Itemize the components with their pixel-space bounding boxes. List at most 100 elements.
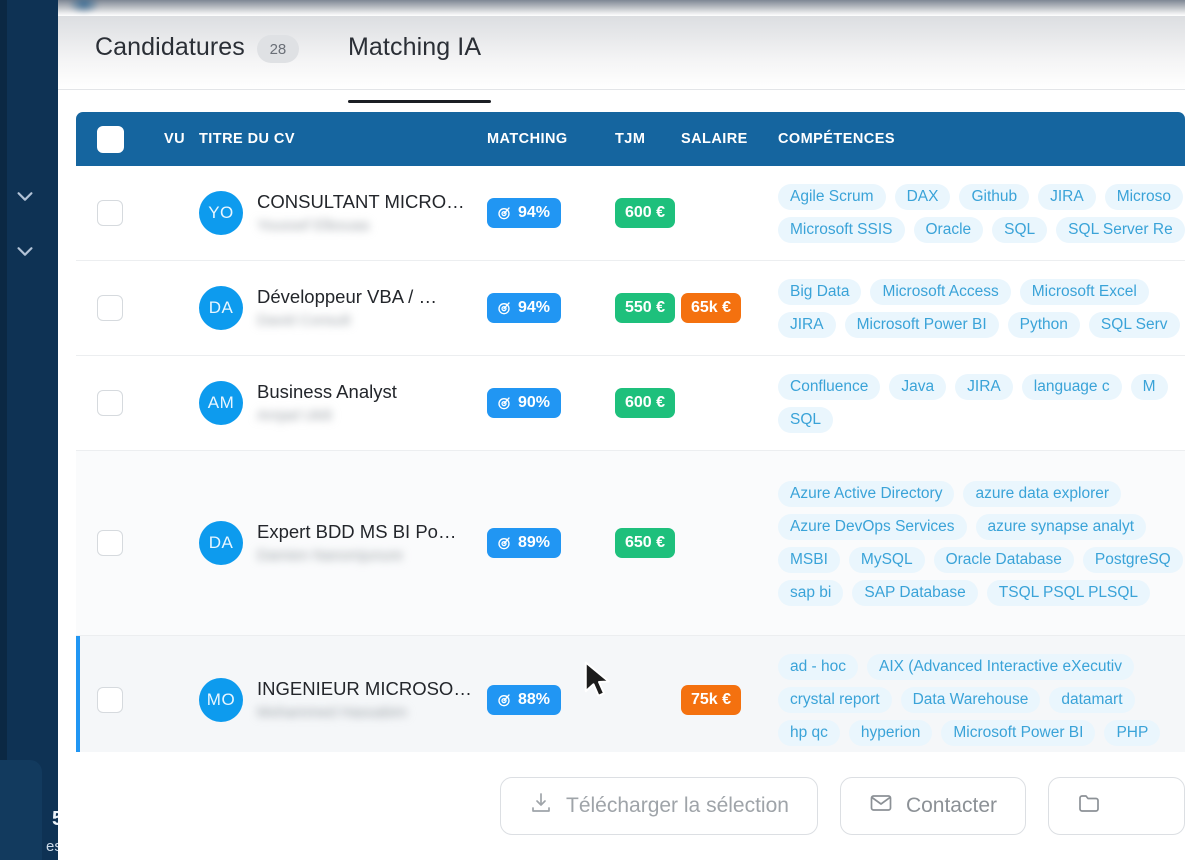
download-icon: [529, 791, 553, 821]
skill-tag[interactable]: Microsoft SSIS: [778, 216, 905, 243]
row-checkbox[interactable]: [97, 200, 123, 226]
skill-tag[interactable]: Azure Active Directory: [778, 480, 955, 507]
table-row[interactable]: MO INGENIEUR MICROSO… Mohammed Hassabim 88%…: [76, 636, 1185, 752]
table-row[interactable]: DA Expert BDD MS BI Po… Damien Nanomjunure…: [76, 451, 1185, 636]
skill-tag[interactable]: hyperion: [848, 719, 933, 746]
column-header-tjm[interactable]: TJM: [615, 131, 681, 147]
row-competences-cell: Big Data Microsoft Access Microsoft Excel J…: [778, 273, 1185, 344]
table-row[interactable]: DA Développeur VBA / … David Consult 94% 550…: [76, 261, 1185, 356]
row-candidate-cell[interactable]: YO CONSULTANT MICRO… Youssef Elbouaa: [199, 190, 487, 236]
salary-badge: 65k €: [681, 293, 742, 323]
skill-tag[interactable]: Microso: [1104, 183, 1183, 210]
row-checkbox[interactable]: [97, 295, 123, 321]
row-candidate-cell[interactable]: DA Développeur VBA / … David Consult: [199, 285, 487, 331]
skill-tag[interactable]: JIRA: [778, 311, 836, 338]
skill-tag[interactable]: Data Warehouse: [900, 686, 1041, 713]
contact-button[interactable]: Contacter: [839, 777, 1026, 835]
skill-tag[interactable]: azure data explorer: [963, 480, 1122, 507]
chevron-down-icon[interactable]: [14, 185, 36, 207]
skill-tag[interactable]: Microsoft Power BI: [844, 311, 999, 338]
skill-tag[interactable]: datamart: [1049, 686, 1135, 713]
target-icon: [498, 693, 510, 706]
skill-tag[interactable]: AIX (Advanced Interactive eXecutiv: [867, 653, 1134, 680]
row-candidate-cell[interactable]: MO INGENIEUR MICROSO… Mohammed Hassabim: [199, 677, 487, 723]
skill-tag[interactable]: SQL: [778, 406, 834, 433]
skill-tag[interactable]: azure synapse analyt: [975, 513, 1147, 540]
target-icon: [498, 302, 510, 315]
row-candidate-cell[interactable]: DA Expert BDD MS BI Po… Damien Nanomjunure: [199, 520, 487, 566]
download-selection-button[interactable]: Télécharger la sélection: [500, 777, 818, 835]
skill-tag[interactable]: PHP: [1104, 719, 1161, 746]
skill-tag[interactable]: MSBI: [778, 546, 840, 573]
row-checkbox[interactable]: [97, 390, 123, 416]
skill-tag[interactable]: M: [1130, 373, 1168, 400]
skill-tag[interactable]: Agile Scrum: [778, 183, 886, 210]
skill-tag[interactable]: Github: [959, 183, 1030, 210]
cv-title: INGENIEUR MICROSO…: [257, 677, 472, 699]
skill-tag[interactable]: language c: [1021, 373, 1122, 400]
row-checkbox[interactable]: [97, 530, 123, 556]
skill-tag[interactable]: ad - hoc: [778, 653, 859, 680]
row-checkbox[interactable]: [97, 686, 123, 713]
skill-tag[interactable]: Big Data: [778, 278, 862, 305]
avatar: YO: [199, 191, 243, 235]
avatar: MO: [199, 677, 243, 722]
row-competences-cell: ad - hoc AIX (Advanced Interactive eXecut…: [778, 648, 1185, 752]
results-table: VU TITRE DU CV MATCHING TJM SALAIRE COMP…: [76, 112, 1185, 752]
skill-tag[interactable]: Oracle Database: [933, 546, 1074, 573]
skill-tag[interactable]: Microsoft Access: [870, 278, 1011, 305]
column-header-salaire[interactable]: SALAIRE: [681, 131, 778, 147]
row-select-cell: [76, 200, 164, 226]
skill-tag[interactable]: Microsoft Power BI: [941, 719, 1096, 746]
row-candidate-cell[interactable]: AM Business Analyst Amjad Ukili: [199, 380, 487, 426]
column-header-matching[interactable]: MATCHING: [487, 131, 615, 147]
header-select-all-cell: [76, 125, 164, 153]
skill-tag[interactable]: Azure DevOps Services: [778, 513, 967, 540]
skill-tag[interactable]: Java: [889, 373, 947, 400]
skill-tag[interactable]: JIRA: [1038, 183, 1096, 210]
skill-tag[interactable]: Python: [1007, 311, 1080, 338]
candidate-name-redacted: Amjad Ukili: [257, 407, 333, 424]
skill-tag[interactable]: Microsoft Excel: [1019, 278, 1149, 305]
table-header-row: VU TITRE DU CV MATCHING TJM SALAIRE COMP…: [76, 112, 1185, 166]
top-gradient-overlay: [58, 0, 1185, 16]
cv-title: Développeur VBA / …: [257, 286, 437, 307]
skill-tag[interactable]: sap bi: [778, 579, 844, 606]
tab-matching-ia[interactable]: Matching IA: [348, 32, 481, 90]
skill-tag[interactable]: hp qc: [778, 719, 840, 746]
matching-score-value: 88%: [518, 690, 551, 708]
skill-tag[interactable]: crystal report: [778, 686, 892, 713]
download-selection-label: Télécharger la sélection: [566, 794, 789, 817]
folder-action-button[interactable]: [1048, 777, 1185, 835]
skill-tag[interactable]: MySQL: [848, 546, 925, 573]
select-all-checkbox[interactable]: [97, 125, 124, 153]
table-row[interactable]: YO CONSULTANT MICRO… Youssef Elbouaa 94% 600…: [76, 166, 1185, 261]
skill-tag[interactable]: DAX: [894, 183, 951, 210]
skill-tag[interactable]: TSQL PSQL PLSQL: [986, 579, 1151, 606]
skill-tag[interactable]: SAP Database: [852, 579, 978, 606]
candidate-name-redacted: Youssef Elbouaa: [257, 217, 370, 234]
sidebar-stat-card[interactable]: [0, 760, 42, 860]
skill-tag[interactable]: SQL: [992, 216, 1048, 243]
main-panel: Candidatures 28 Matching IA VU TITRE DU …: [58, 0, 1185, 860]
skill-tag[interactable]: JIRA: [955, 373, 1013, 400]
skill-tag[interactable]: PostgreSQ: [1082, 546, 1183, 573]
contact-label: Contacter: [905, 794, 997, 817]
chevron-down-icon[interactable]: [14, 240, 36, 262]
table-row[interactable]: AM Business Analyst Amjad Ukili 90% 600 € Con…: [76, 356, 1185, 451]
matching-score-badge: 89%: [487, 528, 562, 558]
column-header-titre-du-cv[interactable]: TITRE DU CV: [199, 131, 487, 147]
row-tjm-cell: 600 €: [615, 388, 681, 418]
salary-badge: 75k €: [681, 684, 742, 715]
matching-score-badge: 88%: [487, 684, 562, 715]
avatar: AM: [199, 381, 243, 425]
app-root: 5 es Candidatures 28 Matching IA VU: [0, 0, 1185, 860]
skill-tag[interactable]: Oracle: [913, 216, 984, 243]
column-header-vu[interactable]: VU: [164, 131, 199, 147]
tab-candidatures[interactable]: Candidatures 28: [95, 32, 299, 90]
row-matching-cell: 94%: [487, 198, 615, 228]
skill-tag[interactable]: SQL Server Re: [1056, 216, 1185, 243]
column-header-competences[interactable]: COMPÉTENCES: [778, 131, 1185, 147]
skill-tag[interactable]: Confluence: [778, 373, 881, 400]
skill-tag[interactable]: SQL Serv: [1088, 311, 1180, 338]
